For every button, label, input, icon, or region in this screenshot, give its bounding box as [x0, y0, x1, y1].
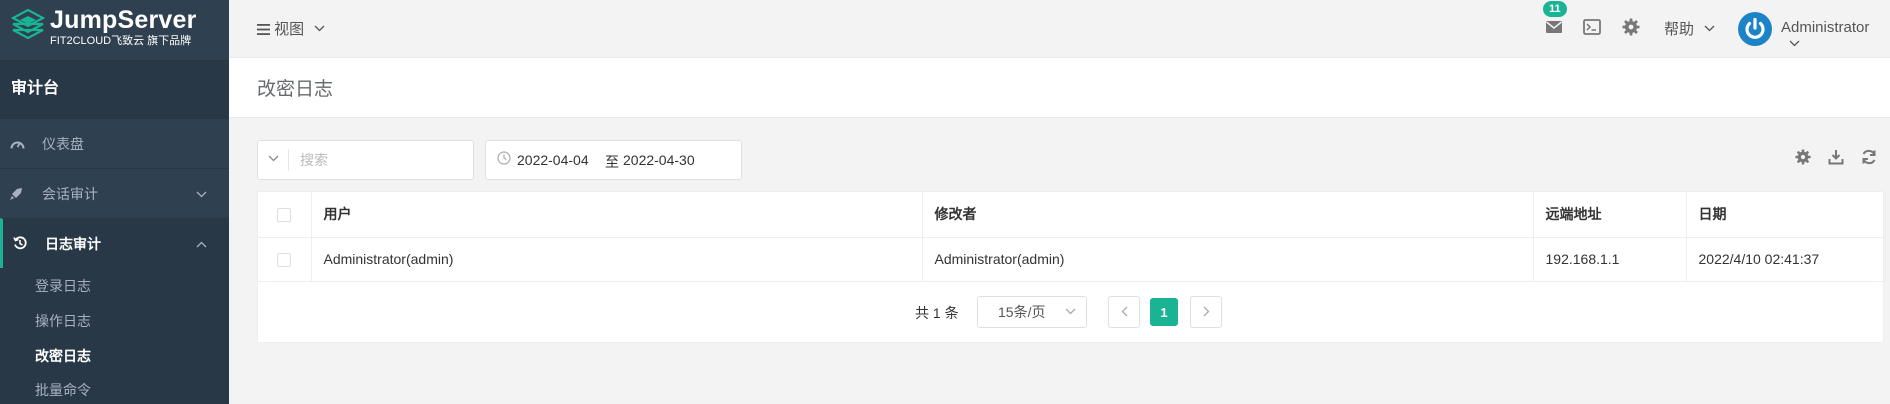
sidebar-item-label: 仪表盘	[42, 136, 84, 152]
export-button[interactable]	[1828, 149, 1846, 167]
sidebar-item-label: 会话审计	[42, 186, 98, 202]
sidebar-subitem-password-change-log[interactable]: 改密日志	[35, 346, 91, 366]
column-header-date[interactable]: 日期	[1686, 192, 1886, 238]
help-menu-label: 帮助	[1664, 21, 1695, 38]
brand-subtitle: FIT2CLOUD飞致云 旗下品牌	[50, 35, 192, 47]
pagination: 共 1 条 15条/页 1	[915, 296, 1225, 328]
table-row: Administrator(admin) Administrator(admin…	[258, 237, 1886, 282]
page-size-value: 15条/页	[998, 304, 1046, 320]
clock-icon	[497, 151, 511, 168]
sidebar-item-dashboard[interactable]: 仪表盘	[0, 118, 229, 168]
settings-button[interactable]	[1622, 17, 1642, 37]
table-tools	[1795, 149, 1885, 167]
date-start-input[interactable]: 2022-04-04	[517, 152, 601, 168]
chevron-down-icon	[196, 169, 207, 219]
gear-icon	[1622, 18, 1640, 36]
sidebar: JumpServer FIT2CLOUD飞致云 旗下品牌 审计台 仪表盘 会话审…	[0, 0, 229, 404]
cell-date: 2022/4/10 02:41:37	[1686, 237, 1886, 282]
console-title: 审计台	[0, 60, 229, 118]
select-all-cell	[258, 192, 312, 238]
search-box[interactable]	[257, 140, 474, 180]
view-menu[interactable]: 视图	[257, 18, 325, 39]
chevron-left-icon	[1121, 306, 1127, 317]
column-header-remote-address[interactable]: 远端地址	[1533, 192, 1687, 238]
jumpserver-logo-icon	[10, 8, 46, 40]
refresh-button[interactable]	[1861, 149, 1879, 167]
column-header-user[interactable]: 用户	[311, 192, 923, 238]
column-header-changer[interactable]: 修改者	[922, 192, 1534, 238]
messages-button[interactable]: 11	[1543, 1, 1567, 37]
user-name: Administrator	[1781, 19, 1870, 36]
cell-user: Administrator(admin)	[311, 237, 923, 282]
prev-page-button[interactable]	[1108, 296, 1140, 328]
log-audit-submenu: 登录日志 操作日志 改密日志 批量命令	[0, 268, 229, 404]
download-icon	[1828, 150, 1844, 165]
total-count: 共 1 条	[915, 305, 959, 321]
brand-logo[interactable]: JumpServer FIT2CLOUD飞致云 旗下品牌	[10, 6, 220, 52]
date-range-picker[interactable]: 2022-04-04 至 2022-04-30	[485, 140, 742, 180]
chevron-down-icon	[1065, 297, 1076, 327]
avatar[interactable]	[1738, 12, 1772, 46]
brand-title: JumpServer	[50, 6, 197, 34]
search-input[interactable]	[298, 147, 468, 173]
gear-icon	[1795, 149, 1811, 165]
web-terminal-button[interactable]	[1583, 17, 1603, 37]
chevron-down-icon	[308, 21, 325, 38]
view-menu-label: 视图	[274, 21, 305, 38]
page-heading: 改密日志	[229, 58, 1890, 118]
chevron-up-icon	[196, 219, 207, 269]
column-settings-button[interactable]	[1795, 149, 1813, 167]
rocket-icon	[10, 170, 28, 220]
date-end-input[interactable]: 2022-04-30	[623, 152, 707, 168]
user-menu[interactable]: Administrator	[1781, 19, 1890, 53]
divider	[288, 149, 289, 171]
hamburger-icon	[257, 21, 274, 38]
next-page-button[interactable]	[1190, 296, 1222, 328]
date-range-separator: 至	[605, 154, 619, 170]
select-all-checkbox[interactable]	[277, 208, 292, 223]
table-header-row: 用户 修改者 远端地址 日期	[258, 192, 1886, 238]
chevron-down-icon	[268, 155, 279, 162]
sidebar-subitem-batch-command[interactable]: 批量命令	[35, 380, 91, 400]
page-title: 改密日志	[257, 79, 334, 100]
cell-changer: Administrator(admin)	[922, 237, 1534, 282]
sidebar-subitem-operation-log[interactable]: 操作日志	[35, 311, 91, 331]
row-select-cell	[258, 237, 312, 282]
chevron-down-icon	[1698, 21, 1715, 38]
envelope-icon	[1546, 21, 1562, 33]
sidebar-item-session-audit[interactable]: 会话审计	[0, 168, 229, 218]
row-checkbox[interactable]	[277, 253, 292, 268]
top-navbar: 视图 11 帮助 Administrator	[229, 0, 1890, 58]
page-size-select[interactable]: 15条/页	[977, 296, 1087, 328]
sidebar-subitem-login-log[interactable]: 登录日志	[35, 276, 91, 296]
message-count-badge: 11	[1543, 1, 1567, 17]
help-menu[interactable]: 帮助	[1664, 18, 1715, 39]
filter-dropdown-toggle[interactable]	[268, 153, 279, 165]
dashboard-icon	[10, 120, 28, 170]
chevron-right-icon	[1203, 306, 1209, 317]
password-change-log-table: 用户 修改者 远端地址 日期 Administrator(admin) Admi…	[258, 192, 1886, 282]
sidebar-item-label: 日志审计	[45, 236, 101, 252]
page-number-button[interactable]: 1	[1150, 298, 1178, 326]
cell-remote-address: 192.168.1.1	[1533, 237, 1687, 282]
sidebar-item-log-audit[interactable]: 日志审计	[0, 218, 229, 268]
history-icon	[13, 220, 31, 270]
terminal-icon	[1583, 19, 1601, 35]
chevron-down-icon	[1781, 36, 1800, 53]
power-icon	[1740, 14, 1770, 44]
refresh-icon	[1862, 149, 1876, 165]
